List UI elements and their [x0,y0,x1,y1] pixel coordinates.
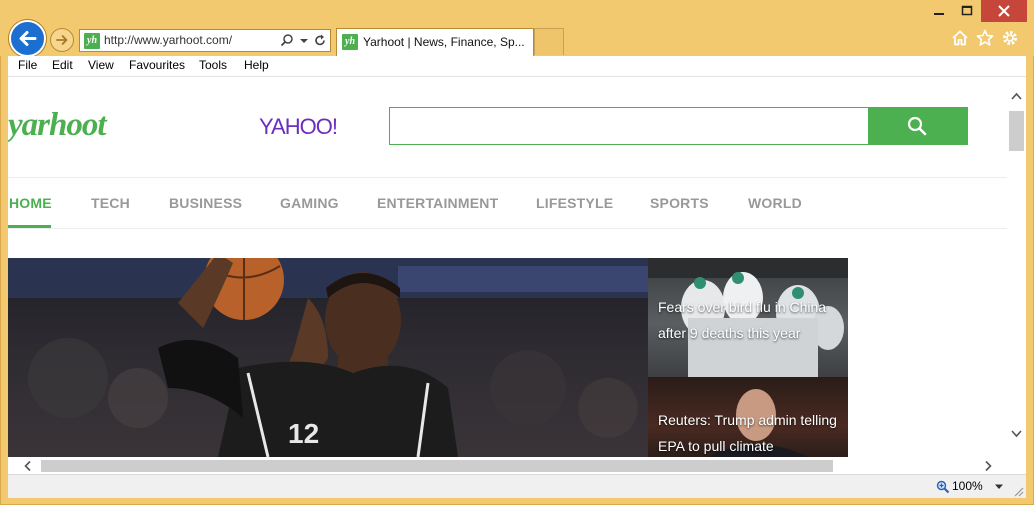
chevron-down-icon[interactable] [297,33,311,48]
basketball-player-image: 12 [8,258,648,457]
hero-image[interactable]: 12 [8,258,648,457]
maximize-button[interactable] [953,0,981,22]
scroll-left-arrow-icon[interactable] [23,460,33,472]
resize-grip-icon[interactable] [1012,485,1024,497]
yahoo-logo[interactable]: YAHOO! [259,114,338,140]
back-arrow-icon [19,31,37,46]
new-tab-button[interactable] [534,28,564,55]
nav-sports[interactable]: SPORTS [650,195,709,211]
chevron-down-icon[interactable] [994,483,1004,491]
zoom-icon[interactable] [936,480,950,494]
scroll-down-arrow-icon[interactable] [1010,429,1023,439]
tab-yarhoot[interactable]: yh Yarhoot | News, Finance, Sp... [336,28,534,56]
scroll-right-arrow-icon[interactable] [983,460,993,472]
menu-tools[interactable]: Tools [199,58,227,72]
news-card[interactable]: Reuters: Trump admin telling EPA to pull… [648,377,848,457]
news-title[interactable]: Reuters: Trump admin telling EPA to pull… [658,407,840,457]
nav-entertainment[interactable]: ENTERTAINMENT [377,195,498,211]
close-button[interactable] [981,0,1027,22]
forward-arrow-icon [56,35,68,45]
gear-icon[interactable] [1001,29,1019,47]
news-card[interactable]: Fears over bird flu in China after 9 dea… [648,258,848,377]
site-logo[interactable]: yarhoot [8,107,107,144]
horizontal-scrollbar[interactable] [8,457,1007,474]
back-button[interactable] [9,20,46,57]
refresh-icon[interactable] [313,33,327,48]
status-bar: 100% [8,474,1026,498]
star-icon[interactable] [976,29,994,47]
nav-divider [8,228,1007,229]
minimize-button[interactable] [925,0,953,22]
search-button[interactable] [868,107,968,145]
site-favicon-icon: yh [84,33,100,49]
menu-favourites[interactable]: Favourites [129,58,185,72]
horizontal-scroll-thumb[interactable] [41,460,833,472]
main-nav: HOME TECH BUSINESS GAMING ENTERTAINMENT … [8,178,1007,228]
menu-edit[interactable]: Edit [52,58,73,72]
home-icon[interactable] [951,29,969,47]
zoom-level[interactable]: 100% [952,479,983,493]
menu-help[interactable]: Help [244,58,269,72]
vertical-scroll-thumb[interactable] [1009,111,1024,151]
address-url[interactable]: http://www.yarhoot.com/ [104,33,232,47]
search-icon[interactable] [280,33,294,48]
tab-favicon-icon: yh [342,34,358,50]
nav-tech[interactable]: TECH [91,195,130,211]
tab-title: Yarhoot | News, Finance, Sp... [363,35,525,49]
search-icon [907,116,927,136]
menu-file[interactable]: File [18,58,37,72]
scroll-up-arrow-icon[interactable] [1010,91,1023,101]
forward-button[interactable] [50,28,74,52]
page-viewport: yarhoot YAHOO! HOME TECH BUSINESS GAMING… [8,77,1007,457]
news-title[interactable]: Fears over bird flu in China after 9 dea… [658,294,840,346]
address-bar[interactable]: yh http://www.yarhoot.com/ [79,29,331,52]
search-input[interactable] [389,107,869,145]
nav-business[interactable]: BUSINESS [169,195,242,211]
menu-view[interactable]: View [88,58,114,72]
vertical-scrollbar[interactable] [1007,77,1026,457]
nav-world[interactable]: WORLD [748,195,802,211]
scroll-corner [1007,457,1026,474]
nav-gaming[interactable]: GAMING [280,195,339,211]
nav-lifestyle[interactable]: LIFESTYLE [536,195,613,211]
nav-home[interactable]: HOME [9,195,52,211]
svg-text:12: 12 [288,418,319,449]
menu-bar: File Edit View Favourites Tools Help [8,56,1026,77]
